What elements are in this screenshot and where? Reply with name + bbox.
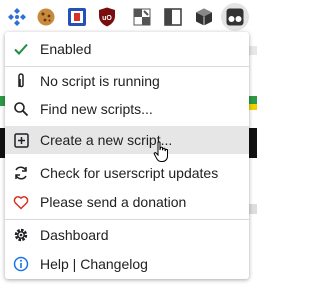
menu-item-label: Enabled xyxy=(40,41,92,57)
menu-item-create-new-script[interactable]: Create a new script... xyxy=(5,126,249,154)
cookie-icon[interactable] xyxy=(35,6,57,28)
chess-board-icon[interactable] xyxy=(131,6,153,28)
menu-item-enabled[interactable]: Enabled xyxy=(5,35,249,63)
plus-square-icon xyxy=(12,131,30,149)
ublock-origin-icon[interactable]: uO xyxy=(96,6,118,28)
menu-item-no-script-running: No script is running xyxy=(5,67,249,95)
menu-item-label: No script is running xyxy=(40,73,160,89)
menu-item-label: Check for userscript updates xyxy=(40,165,219,181)
checkmark-icon xyxy=(12,40,30,58)
menu-item-label: Find new scripts... xyxy=(40,101,153,117)
tampermonkey-popup-menu: Enabled No script is running Find new sc… xyxy=(5,32,249,279)
heart-icon xyxy=(12,193,30,211)
menu-item-label: Help | Changelog xyxy=(40,256,148,272)
gear-icon xyxy=(12,226,30,244)
info-icon xyxy=(12,255,30,273)
search-icon xyxy=(12,100,30,118)
menu-item-send-donation[interactable]: Please send a donation xyxy=(5,188,249,216)
split-panel-icon[interactable] xyxy=(162,6,184,28)
menu-divider xyxy=(5,219,249,220)
menu-item-label: Please send a donation xyxy=(40,194,187,210)
menu-item-check-userscript-updates[interactable]: Check for userscript updates xyxy=(5,159,249,187)
svg-text:uO: uO xyxy=(102,15,112,22)
refresh-icon xyxy=(12,164,30,182)
hand-pointer-cursor xyxy=(153,141,171,163)
puzzle-piece-icon[interactable] xyxy=(6,6,28,28)
paper-clip-icon xyxy=(12,72,30,90)
menu-item-find-new-scripts[interactable]: Find new scripts... xyxy=(5,95,249,123)
tampermonkey-icon[interactable] xyxy=(224,6,246,28)
cube-icon[interactable] xyxy=(193,6,215,28)
blue-shield-extension-icon[interactable] xyxy=(66,6,88,28)
menu-item-help-changelog[interactable]: Help | Changelog xyxy=(5,250,249,278)
menu-item-label: Dashboard xyxy=(40,227,109,243)
menu-item-dashboard[interactable]: Dashboard xyxy=(5,221,249,249)
extensions-toolbar: uO xyxy=(0,0,257,34)
